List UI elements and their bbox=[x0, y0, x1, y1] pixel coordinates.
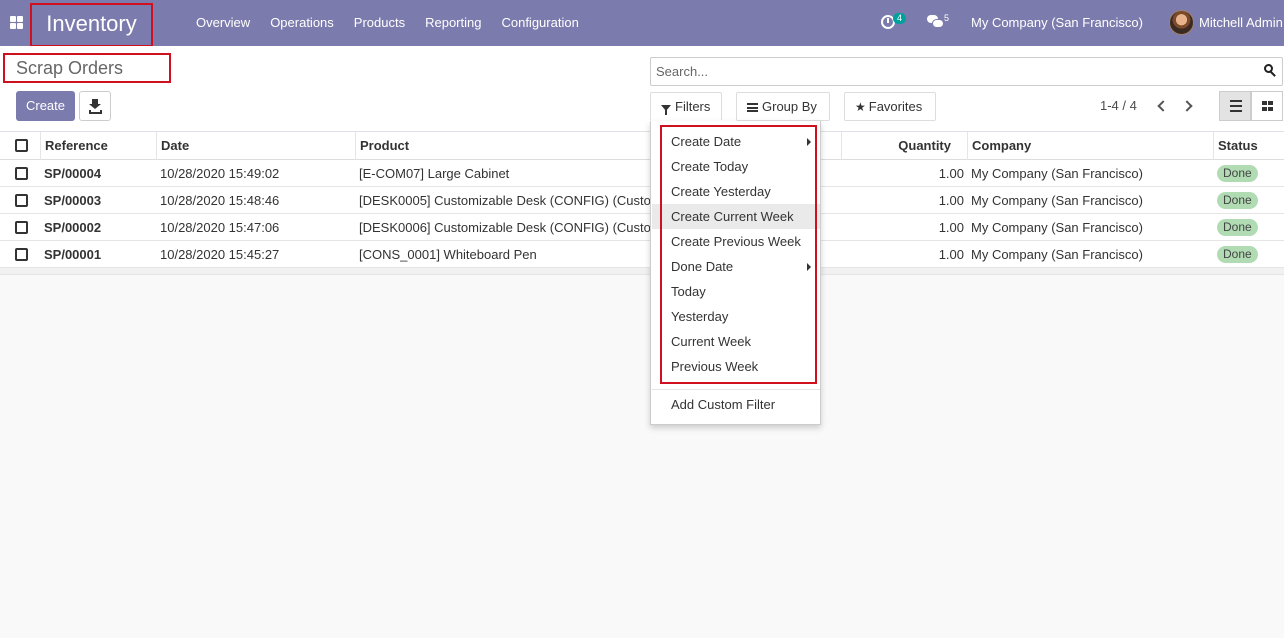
cell-product: [CONS_0001] Whiteboard Pen bbox=[359, 247, 537, 262]
activity-count-badge: 4 bbox=[893, 13, 907, 24]
select-all-checkbox[interactable] bbox=[15, 139, 28, 152]
cell-reference: SP/00003 bbox=[44, 193, 102, 208]
chevron-left-icon[interactable] bbox=[1155, 99, 1167, 113]
page-title: Scrap Orders bbox=[3, 53, 171, 83]
table-row[interactable]: SP/00003 10/28/2020 15:48:46 [DESK0005] … bbox=[0, 187, 1284, 214]
scrap-orders-table: Reference Date Product Quantity Company … bbox=[0, 132, 1284, 275]
group-by-label: Group By bbox=[762, 99, 817, 114]
filter-create-previous-week[interactable]: Create Previous Week bbox=[652, 229, 820, 254]
cell-date: 10/28/2020 15:47:06 bbox=[160, 220, 280, 235]
favorites-label: Favorites bbox=[868, 99, 923, 114]
row-checkbox[interactable] bbox=[15, 167, 28, 180]
dropdown-divider bbox=[652, 389, 820, 390]
column-date[interactable]: Date bbox=[156, 132, 355, 160]
cell-date: 10/28/2020 15:45:27 bbox=[160, 247, 280, 262]
search-input[interactable] bbox=[651, 58, 1231, 85]
filter-create-today[interactable]: Create Today bbox=[652, 154, 820, 179]
caret-right-icon bbox=[807, 138, 811, 146]
bars-icon bbox=[747, 103, 758, 112]
menu-operations[interactable]: Operations bbox=[260, 0, 344, 46]
cell-date: 10/28/2020 15:48:46 bbox=[160, 193, 280, 208]
column-reference[interactable]: Reference bbox=[40, 132, 157, 160]
caret-right-icon bbox=[807, 263, 811, 271]
filters-dropdown: Create Date Create Today Create Yesterda… bbox=[650, 121, 821, 425]
star-icon: ★ bbox=[855, 100, 866, 114]
top-navbar: Inventory Overview Operations Products R… bbox=[0, 0, 1284, 47]
column-company[interactable]: Company bbox=[967, 132, 1214, 160]
favorites-button[interactable]: ★ Favorites bbox=[844, 92, 936, 121]
table-row[interactable]: SP/00002 10/28/2020 15:47:06 [DESK0006] … bbox=[0, 214, 1284, 241]
apps-menu-icon[interactable] bbox=[10, 16, 23, 29]
filter-create-current-week[interactable]: Create Current Week bbox=[652, 204, 820, 229]
filter-previous-week[interactable]: Previous Week bbox=[652, 354, 820, 379]
main-menu: Overview Operations Products Reporting C… bbox=[186, 0, 589, 46]
filter-done-date[interactable]: Done Date bbox=[652, 254, 820, 279]
cell-quantity: 1.00 bbox=[938, 193, 964, 208]
filters-label: Filters bbox=[675, 99, 711, 114]
table-header: Reference Date Product Quantity Company … bbox=[0, 132, 1284, 160]
export-button[interactable] bbox=[79, 91, 111, 121]
filters-button[interactable]: Filters bbox=[650, 92, 722, 121]
user-menu[interactable]: Mitchell Admin bbox=[1199, 0, 1283, 46]
kanban-view-button[interactable] bbox=[1251, 91, 1283, 121]
menu-products[interactable]: Products bbox=[344, 0, 415, 46]
table-footer bbox=[0, 268, 1284, 275]
menu-reporting[interactable]: Reporting bbox=[415, 0, 491, 46]
table-row[interactable]: SP/00004 10/28/2020 15:49:02 [E-COM07] L… bbox=[0, 160, 1284, 187]
user-avatar[interactable] bbox=[1169, 10, 1194, 35]
cell-quantity: 1.00 bbox=[938, 166, 964, 181]
cell-reference: SP/00001 bbox=[44, 247, 102, 262]
search-bar bbox=[650, 57, 1283, 86]
status-badge: Done bbox=[1217, 192, 1258, 209]
status-badge: Done bbox=[1217, 165, 1258, 182]
column-quantity[interactable]: Quantity bbox=[841, 132, 967, 160]
filter-create-date[interactable]: Create Date bbox=[652, 129, 820, 154]
cell-product: [DESK0005] Customizable Desk (CONFIG) (C… bbox=[359, 193, 651, 208]
app-brand[interactable]: Inventory bbox=[30, 3, 153, 47]
add-custom-filter[interactable]: Add Custom Filter bbox=[652, 392, 820, 417]
cell-quantity: 1.00 bbox=[938, 247, 964, 262]
cell-product: [DESK0006] Customizable Desk (CONFIG) (C… bbox=[359, 220, 651, 235]
chevron-right-icon[interactable] bbox=[1182, 99, 1194, 113]
status-badge: Done bbox=[1217, 246, 1258, 263]
group-by-button[interactable]: Group By bbox=[736, 92, 830, 121]
company-switcher[interactable]: My Company (San Francisco) bbox=[971, 0, 1143, 46]
filter-create-yesterday[interactable]: Create Yesterday bbox=[652, 179, 820, 204]
create-button[interactable]: Create bbox=[16, 91, 75, 121]
status-badge: Done bbox=[1217, 219, 1258, 236]
menu-configuration[interactable]: Configuration bbox=[491, 0, 588, 46]
table-row[interactable]: SP/00001 10/28/2020 15:45:27 [CONS_0001]… bbox=[0, 241, 1284, 268]
cell-quantity: 1.00 bbox=[938, 220, 964, 235]
cell-company: My Company (San Francisco) bbox=[971, 193, 1143, 208]
cell-company: My Company (San Francisco) bbox=[971, 166, 1143, 181]
column-status[interactable]: Status bbox=[1213, 132, 1284, 160]
cell-company: My Company (San Francisco) bbox=[971, 220, 1143, 235]
search-icon[interactable] bbox=[1264, 64, 1276, 76]
pager-value[interactable]: 1-4 / 4 bbox=[1100, 98, 1137, 113]
cell-product: [E-COM07] Large Cabinet bbox=[359, 166, 510, 181]
download-icon bbox=[89, 99, 101, 109]
chat-icon[interactable] bbox=[927, 15, 944, 28]
menu-overview[interactable]: Overview bbox=[186, 0, 260, 46]
control-panel: Scrap Orders Create Filters Group By ★Fa… bbox=[0, 46, 1284, 132]
filter-today[interactable]: Today bbox=[652, 279, 820, 304]
cell-date: 10/28/2020 15:49:02 bbox=[160, 166, 280, 181]
list-view-button[interactable] bbox=[1219, 91, 1251, 121]
cell-reference: SP/00002 bbox=[44, 220, 102, 235]
row-checkbox[interactable] bbox=[15, 221, 28, 234]
filter-current-week[interactable]: Current Week bbox=[652, 329, 820, 354]
filter-yesterday[interactable]: Yesterday bbox=[652, 304, 820, 329]
cell-company: My Company (San Francisco) bbox=[971, 247, 1143, 262]
filter-icon bbox=[661, 105, 671, 115]
row-checkbox[interactable] bbox=[15, 248, 28, 261]
cell-reference: SP/00004 bbox=[44, 166, 102, 181]
message-count-badge: 5 bbox=[944, 13, 950, 23]
row-checkbox[interactable] bbox=[15, 194, 28, 207]
